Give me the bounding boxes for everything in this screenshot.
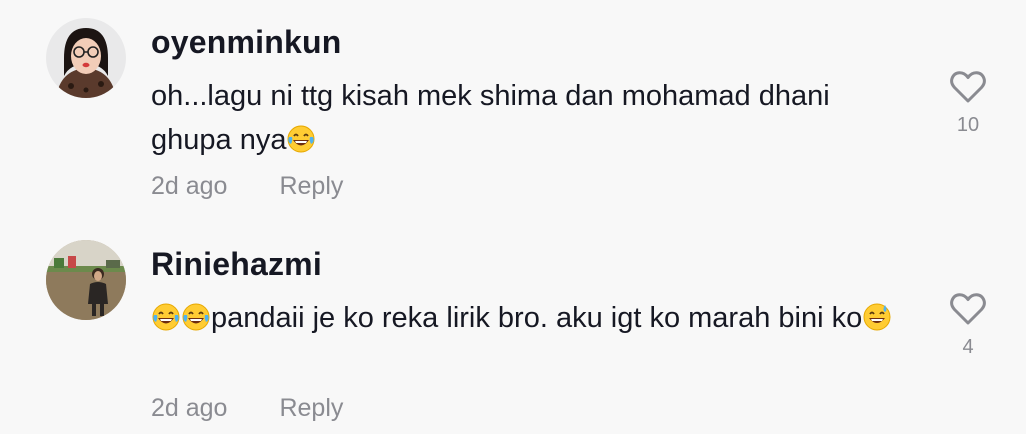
comment-time: 2d ago xyxy=(151,394,228,422)
avatar-woman-glasses-icon xyxy=(46,18,126,98)
avatar-person-outdoor-icon xyxy=(46,240,126,320)
like-control: 10 xyxy=(940,70,996,137)
heart-icon[interactable] xyxy=(949,292,987,326)
like-count: 10 xyxy=(956,114,980,136)
comment-meta: 2d ago Reply xyxy=(151,394,343,423)
like-count: 4 xyxy=(962,336,974,358)
laughing-crying-emoji-icon xyxy=(286,124,316,154)
comment-text: pandaii je ko reka lirik bro. aku igt ko… xyxy=(151,296,911,340)
heart-icon[interactable] xyxy=(949,70,987,104)
username[interactable]: Riniehazmi xyxy=(151,246,322,283)
grinning-sweat-emoji-icon xyxy=(862,302,892,332)
reply-button[interactable]: Reply xyxy=(279,394,343,422)
comment-text-body: pandaii je ko reka lirik bro. aku igt ko… xyxy=(211,302,863,334)
laughing-crying-emoji-icon xyxy=(181,302,211,332)
avatar[interactable] xyxy=(46,18,126,98)
avatar[interactable] xyxy=(46,240,126,320)
like-control: 4 xyxy=(940,292,996,359)
comment-text: oh...lagu ni ttg kisah mek shima dan moh… xyxy=(151,74,911,162)
comment-time: 2d ago xyxy=(151,172,228,200)
comment-meta: 2d ago Reply xyxy=(151,172,343,201)
reply-button[interactable]: Reply xyxy=(279,172,343,200)
laughing-crying-emoji-icon xyxy=(151,302,181,332)
comment-text-body: oh...lagu ni ttg kisah mek shima dan moh… xyxy=(151,80,830,156)
username[interactable]: oyenminkun xyxy=(151,24,341,61)
